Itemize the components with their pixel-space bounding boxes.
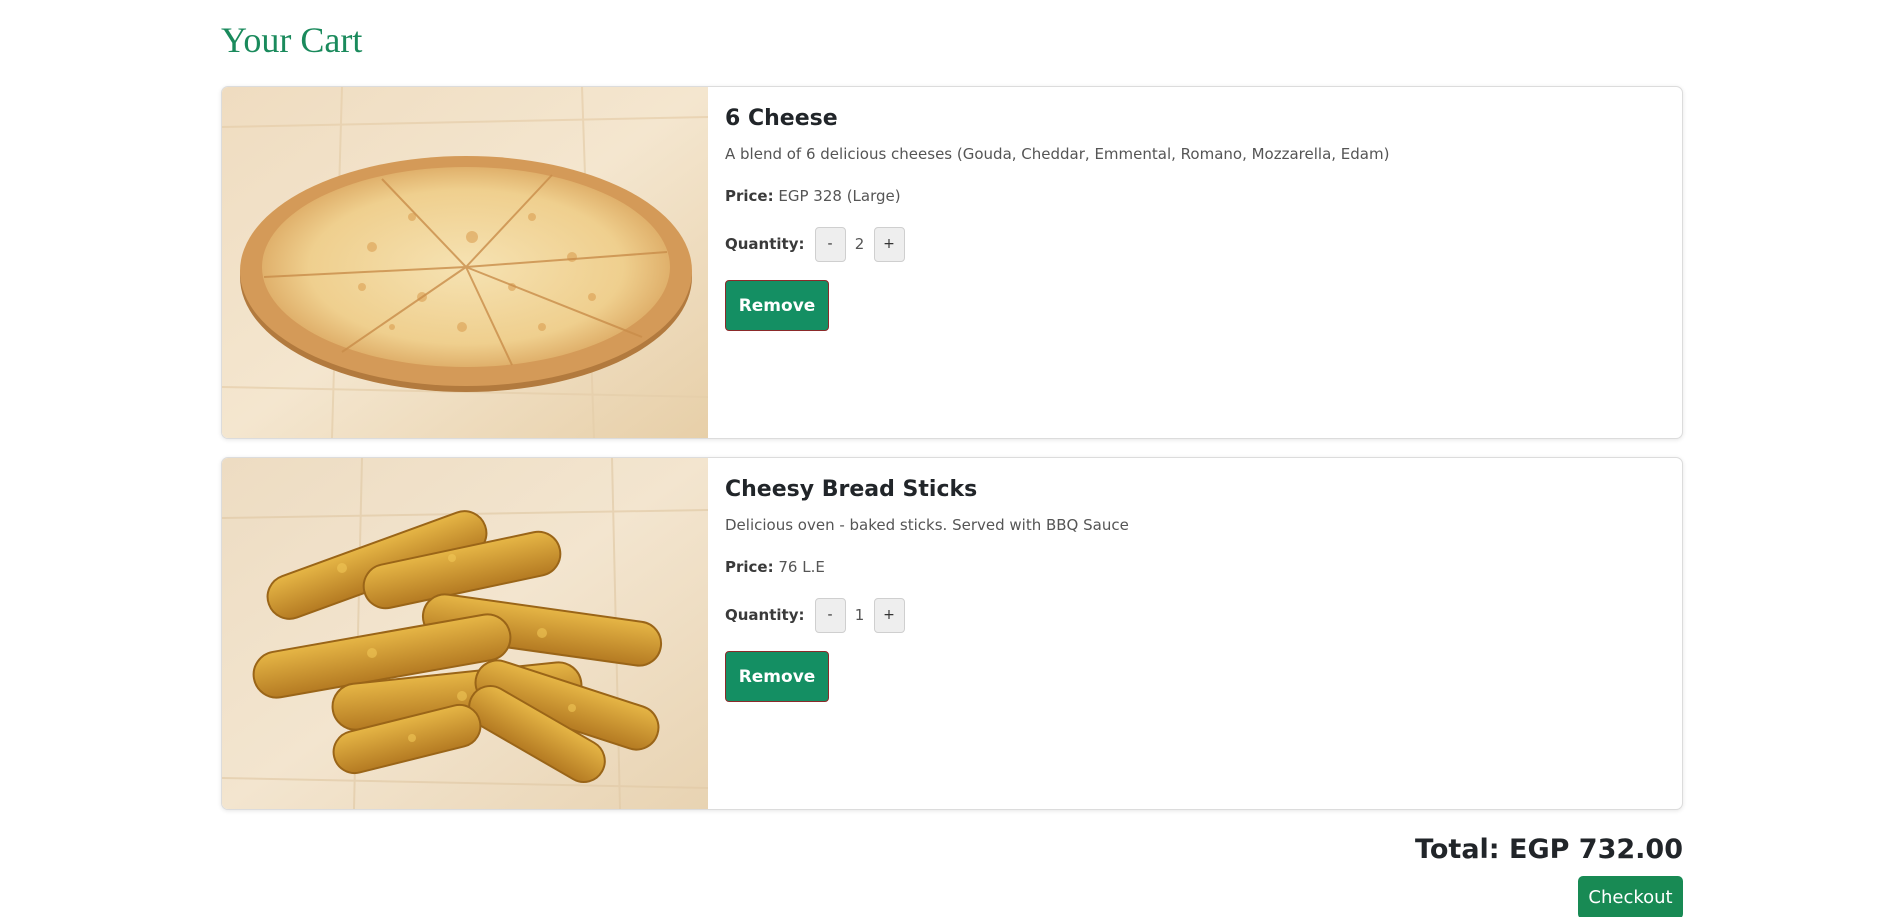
cart-item-details: 6 Cheese A blend of 6 delicious cheeses … xyxy=(708,87,1682,438)
decrement-button[interactable]: - xyxy=(814,597,846,633)
price-value: EGP 328 (Large) xyxy=(778,187,901,205)
item-description: A blend of 6 delicious cheeses (Gouda, C… xyxy=(725,145,1390,163)
price-label: Price: xyxy=(725,558,774,576)
cart-item-details: Cheesy Bread Sticks Delicious oven - bak… xyxy=(708,458,1682,809)
item-name: Cheesy Bread Sticks xyxy=(725,477,978,502)
quantity-stepper: Quantity: - 2 + xyxy=(725,226,905,262)
item-description: Delicious oven - baked sticks. Served wi… xyxy=(725,516,1129,534)
cart-item: Cheesy Bread Sticks Delicious oven - bak… xyxy=(221,457,1683,810)
increment-button[interactable]: + xyxy=(873,226,905,262)
remove-button[interactable]: Remove xyxy=(725,280,829,331)
item-price: Price: EGP 328 (Large) xyxy=(725,186,901,206)
pizza-image xyxy=(222,87,708,438)
cart-total: Total: EGP 732.00 xyxy=(1415,834,1683,865)
quantity-stepper: Quantity: - 1 + xyxy=(725,597,905,633)
page-title: Your Cart xyxy=(221,20,363,60)
quantity-label: Quantity: xyxy=(725,606,805,624)
quantity-value: 2 xyxy=(854,235,865,253)
increment-button[interactable]: + xyxy=(873,597,905,633)
quantity-label: Quantity: xyxy=(725,235,805,253)
decrement-button[interactable]: - xyxy=(814,226,846,262)
remove-button[interactable]: Remove xyxy=(725,651,829,702)
quantity-value: 1 xyxy=(854,606,865,624)
cart-item: 6 Cheese A blend of 6 delicious cheeses … xyxy=(221,86,1683,439)
cart-item-list: 6 Cheese A blend of 6 delicious cheeses … xyxy=(221,86,1683,828)
checkout-button[interactable]: Checkout xyxy=(1578,876,1683,917)
bread-sticks-image xyxy=(222,458,708,809)
item-price: Price: 76 L.E xyxy=(725,557,825,577)
price-value: 76 L.E xyxy=(778,558,825,576)
item-name: 6 Cheese xyxy=(725,106,838,131)
price-label: Price: xyxy=(725,187,774,205)
